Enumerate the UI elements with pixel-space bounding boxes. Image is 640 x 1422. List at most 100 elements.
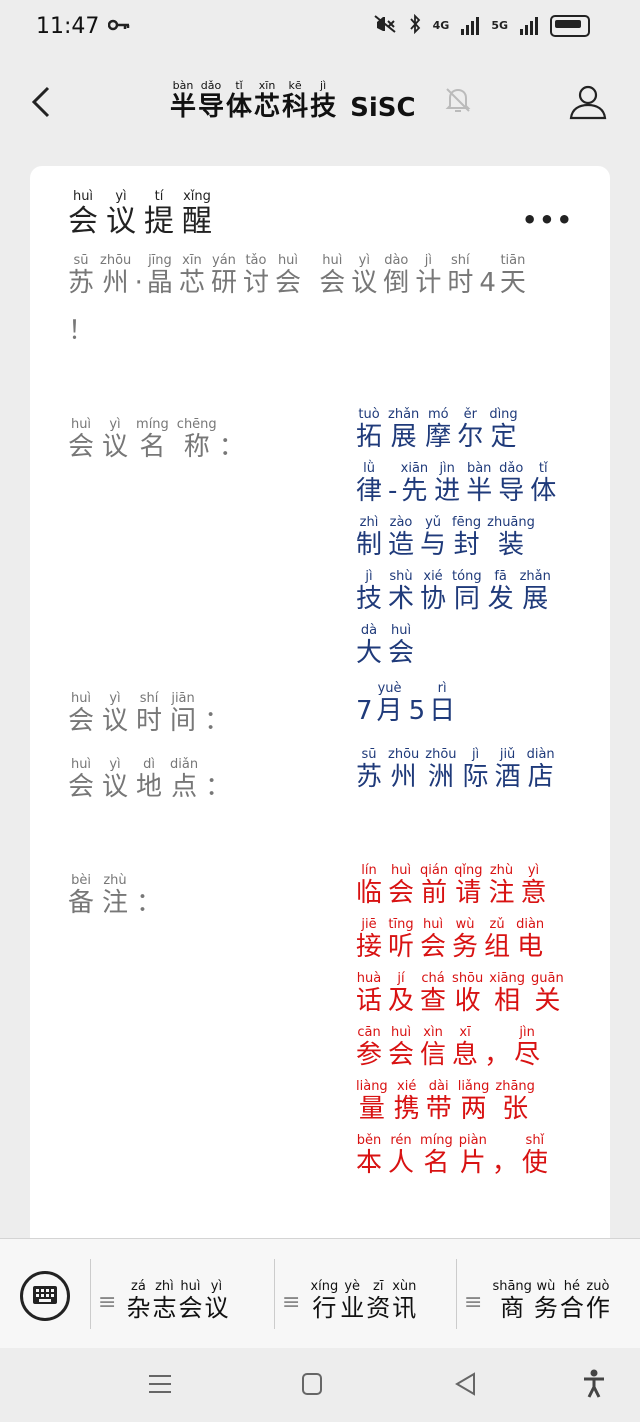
pinyin: shí (447, 253, 474, 268)
pinyin: tí (144, 189, 174, 204)
pinyin: ěr (457, 407, 484, 422)
hanzi-char: 苏sū (356, 747, 383, 792)
hanzi-char: 临lín (356, 863, 383, 908)
hanzi-char: 使shǐ (521, 1133, 548, 1178)
hanzi-char: 半bàn (170, 79, 197, 122)
profile-icon[interactable] (568, 82, 608, 122)
hanzi-char: 技jì (310, 79, 337, 122)
menu-divider (456, 1259, 457, 1329)
hanzi-char: 资zī (366, 1279, 391, 1322)
pinyin: xiāng (489, 971, 526, 986)
pinyin: qǐng (454, 863, 483, 878)
plain-char (307, 268, 315, 298)
value-meeting-location: 苏sū州zhōu洲zhōu际jì酒jiǔ店diàn (356, 747, 566, 804)
pinyin: huì (420, 917, 447, 932)
pinyin: diàn (516, 917, 545, 932)
pinyin: dì (136, 757, 163, 772)
label-text: 会huì 议yì 名míng称chēng (68, 417, 219, 462)
pinyin: chá (420, 971, 447, 986)
page-title: 半bàn导dǎo体tǐ芯xīn科kē技jì SiSC (170, 79, 416, 123)
label-colon: ： (205, 772, 232, 802)
hanzi-char: 研yán (210, 253, 237, 298)
hanzi-char: 人rén (388, 1133, 415, 1178)
hanzi-char: 提tí (144, 189, 174, 239)
hanzi-char: 电diàn (516, 917, 545, 962)
home-square-icon[interactable] (296, 1368, 328, 1400)
hanzi-char: 相xiāng (489, 971, 526, 1016)
title-latin: SiSC (350, 93, 416, 123)
pinyin: xǐng (182, 189, 212, 204)
pinyin: bàn (170, 79, 197, 92)
hanzi-char: 技jì (356, 569, 383, 614)
hanzi-char: 大dà (356, 623, 383, 668)
menu-label: 商shāng务wù合hé作zuò (492, 1279, 611, 1323)
hanzi-char: 间jiān (170, 691, 197, 736)
hanzi-char: 议yì (204, 1279, 229, 1322)
hanzi-char: 注zhù (488, 863, 515, 908)
pinyin: dà (356, 623, 382, 638)
hanzi-char: 议yì (106, 189, 136, 239)
hanzi-char: 备bèi (68, 873, 95, 918)
hanzi-char: 会huì (388, 1025, 415, 1070)
hanzi-char: 张zhāng (495, 1079, 535, 1124)
pinyin: shù (388, 569, 415, 584)
hanzi-char: 查chá (420, 971, 447, 1016)
key-icon (107, 16, 130, 37)
label-text: 备bèi 注zhù (68, 873, 136, 918)
pinyin: zuò (585, 1279, 610, 1294)
plain-char: 4 (479, 268, 496, 298)
hanzi-char: 话huà (356, 971, 383, 1016)
pinyin: lǜ (356, 461, 383, 476)
countdown-text: 苏sū州zhōu· 晶jīng芯xīn研yán讨tǎo会huì 会huì议yì倒d… (68, 253, 568, 347)
pinyin: diǎn (170, 757, 199, 772)
menu-lines-icon[interactable] (144, 1368, 176, 1400)
menu-item-business[interactable]: ≡ 商shāng务wù合hé作zuò (464, 1267, 612, 1323)
back-triangle-icon[interactable] (450, 1368, 482, 1400)
hanzi-char: 会huì (68, 417, 95, 462)
hanzi-char: 时shí (447, 253, 474, 298)
hanzi-char: 尽jìn (514, 1025, 541, 1070)
menu-item-magazine-meeting[interactable]: ≡ 杂zá志zhì会huì议yì (98, 1267, 230, 1323)
accessibility-icon[interactable] (578, 1368, 610, 1400)
pinyin: jì (462, 747, 489, 762)
hanzi-char: 意yì (520, 863, 547, 908)
pinyin: huì (274, 253, 301, 268)
menu-icon: ≡ (98, 1290, 117, 1315)
back-arrow-icon[interactable] (24, 82, 64, 122)
pinyin: zá (126, 1279, 151, 1294)
pinyin: xié (420, 569, 447, 584)
hanzi-char: 收shōu (452, 971, 484, 1016)
hanzi-char: 导dǎo (498, 461, 525, 506)
hanzi-char: 关guān (531, 971, 564, 1016)
pinyin: yì (520, 863, 547, 878)
pinyin: tóng (452, 569, 482, 584)
message-card: 会huì议yì提tí醒xǐng ••• 苏sū州zhōu· 晶jīng芯xīn研y… (30, 166, 610, 1266)
pinyin: dǎo (498, 461, 525, 476)
keyboard-icon[interactable] (20, 1271, 70, 1321)
pinyin: shōu (452, 971, 484, 986)
pinyin: rì (429, 681, 456, 696)
pinyin: yì (204, 1279, 229, 1294)
hanzi-char: 议yì (102, 757, 129, 802)
pinyin: mó (425, 407, 452, 422)
bottom-menu: ≡ 杂zá志zhì会huì议yì ≡ 行xíng业yè资zī讯xùn ≡ 商sh… (0, 1238, 640, 1349)
hanzi-char: 与yǔ (420, 515, 447, 560)
pinyin: zhù (102, 873, 129, 888)
more-icon[interactable]: ••• (522, 206, 574, 234)
pinyin: jīng (146, 253, 173, 268)
hanzi-char: 名míng (136, 417, 169, 462)
pinyin: wù (452, 917, 479, 932)
pinyin: míng (420, 1133, 453, 1148)
plain-char: ， (484, 1040, 511, 1070)
menu-item-industry-news[interactable]: ≡ 行xíng业yè资zī讯xùn (282, 1267, 418, 1323)
plain-char: - (388, 476, 398, 506)
pinyin: chēng (176, 417, 217, 432)
pinyin: jì (310, 79, 337, 92)
pinyin: diàn (526, 747, 555, 762)
hanzi-char: 务wù (533, 1279, 558, 1322)
pinyin: zhōu (388, 747, 420, 762)
hanzi-char: 及jí (388, 971, 415, 1016)
hanzi-char: 会huì (178, 1279, 203, 1322)
pinyin: huà (356, 971, 383, 986)
plain-char: 5 (408, 696, 426, 726)
